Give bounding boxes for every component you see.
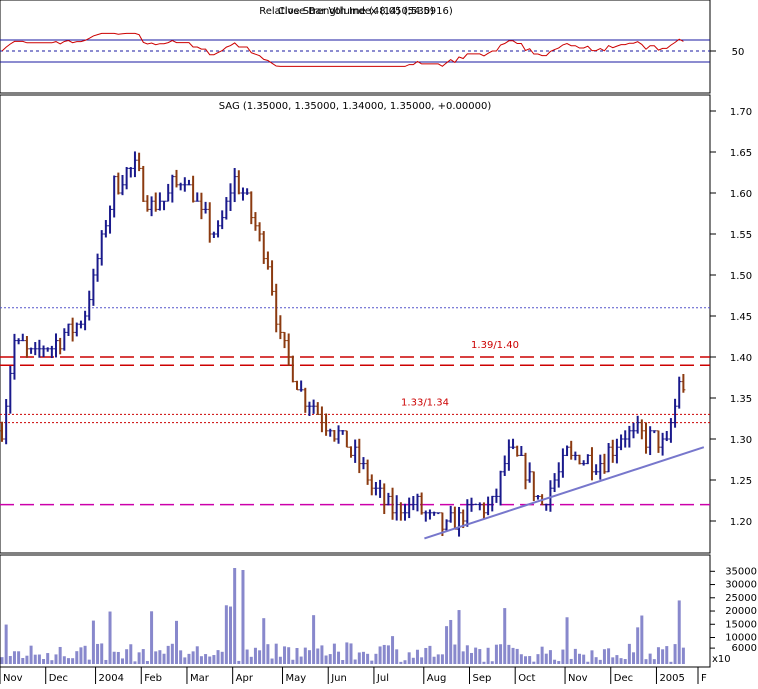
price-tick-label: 1.20 [730,517,752,528]
price-panel: SAG (1.35000, 1.35000, 1.34000, 1.35000,… [0,94,752,554]
price-level-label: 1.39/1.40 [471,340,519,351]
time-axis-label: Apr [236,673,254,684]
rsi-panel: Relative Strength Index (14) (54.5916) C… [0,0,745,94]
price-tick-label: 1.60 [730,189,752,200]
price-panel-frame [0,94,711,554]
price-tick-label: 1.30 [730,435,752,446]
price-title: SAG (1.35000, 1.35000, 1.34000, 1.35000,… [219,101,492,112]
price-tick-label: 1.50 [730,271,752,282]
stock-chart: Relative Strength Index (14) (54.5916) C… [0,0,757,684]
price-axis: 1.70 1.65 1.60 1.55 1.50 1.45 1.40 1.35 1.30 1.25… [710,107,752,528]
volume-tick-label: 35000 [725,566,757,577]
time-axis-label: Sep [472,673,491,684]
time-axis-label: Aug [427,673,447,684]
price-tick-label: 1.65 [730,148,752,159]
time-axis-label: Nov [3,673,23,684]
volume-axis: 35000 30000 25000 20000 15000 100006000 [710,566,757,654]
time-axis-label: Jun [330,673,347,684]
rsi-ytick-label: 50 [732,47,745,58]
volume-multiplier: x10 [712,654,731,665]
time-axis-label: Oct [518,673,535,684]
volume-tick-label: 30000 [725,580,757,591]
rsi-title-overprint: Close Bar Volume (48,050,530) [278,6,434,17]
volume-tick-label: 15000 [725,619,757,630]
price-tick-label: 1.45 [730,312,752,323]
time-axis-label: Dec [614,673,633,684]
price-level-label: 1.33/1.34 [401,397,449,408]
price-tick-label: 1.55 [730,230,752,241]
time-axis-label: F [701,673,707,684]
volume-tick-label: 6000 [732,643,757,654]
volume-tick-label: 10000 [725,633,757,644]
time-axis-label: Jul [376,673,389,684]
time-axis-label: 2005 [659,673,684,684]
time-axis-label: May [286,673,307,684]
time-axis-label: Dec [49,673,68,684]
price-tick-label: 1.70 [730,107,752,118]
time-axis-label: Feb [144,673,162,684]
price-tick-label: 1.35 [730,394,752,405]
chart-window: Relative Strength Index (14) (54.5916) C… [0,0,758,685]
price-tick-label: 1.40 [730,353,752,364]
time-axis-label: Mar [190,673,210,684]
time-axis: Nov Dec 2004 Feb Mar Apr May Jun Jul Aug Sep Oct Nov… [0,666,710,684]
time-axis-label: 2004 [99,673,124,684]
volume-tick-label: 25000 [725,593,757,604]
volume-tick-label: 20000 [725,606,757,617]
price-tick-label: 1.25 [730,476,752,487]
time-axis-label: Nov [568,673,588,684]
volume-panel: 35000 30000 25000 20000 15000 100006000 x10 [0,554,757,668]
